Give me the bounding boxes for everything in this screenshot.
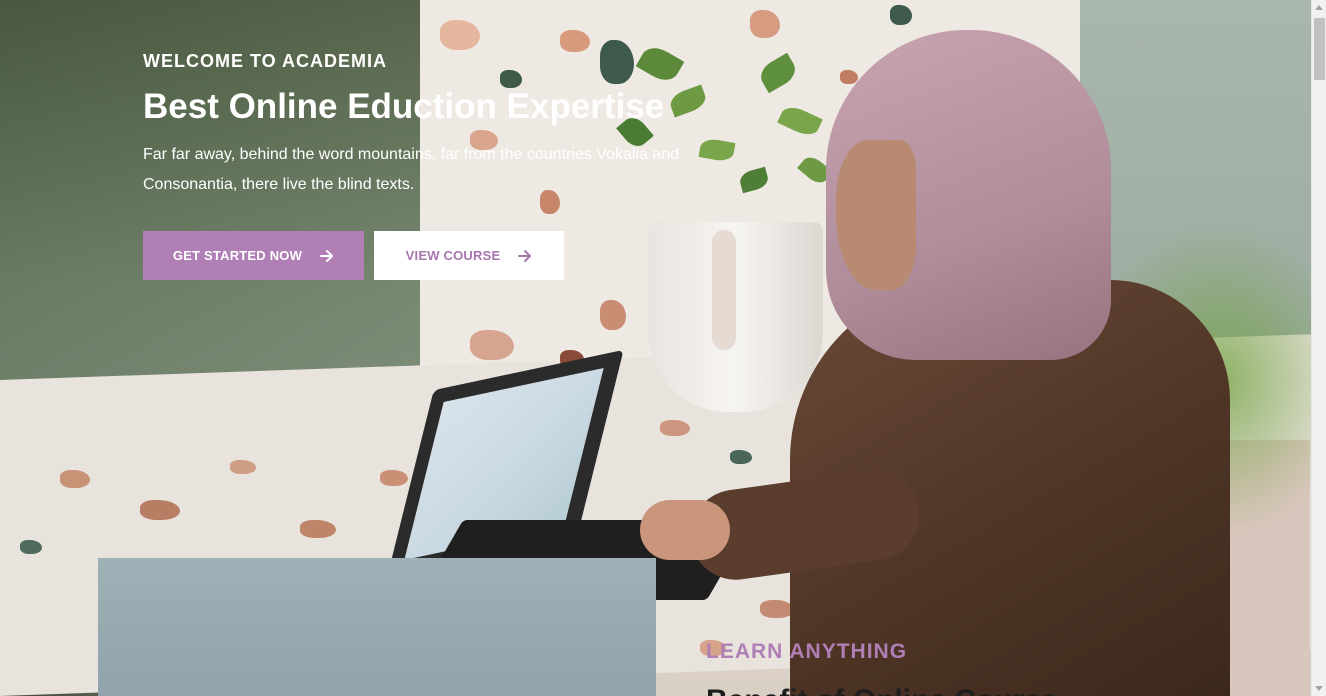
view-course-button[interactable]: VIEW COURSE — [374, 231, 564, 280]
section-heading-clip: Benefit of Online Course — [706, 680, 1126, 696]
about-image — [98, 558, 656, 696]
arrow-right-icon — [320, 249, 334, 262]
hero-content: WELCOME TO ACADEMIA Best Online Eduction… — [143, 50, 703, 280]
hero-description: Far far away, behind the word mountains,… — [143, 146, 679, 193]
arrow-right-icon — [518, 249, 532, 262]
learn-anything-eyebrow: LEARN ANYTHING — [706, 640, 908, 663]
page-scrollbar[interactable] — [1311, 0, 1326, 696]
hero-eyebrow: WELCOME TO ACADEMIA — [143, 51, 387, 71]
section-heading: Benefit of Online Course — [706, 683, 1126, 696]
scroll-down-icon[interactable] — [1315, 686, 1323, 691]
view-course-label: VIEW COURSE — [405, 248, 501, 263]
page: WELCOME TO ACADEMIA Best Online Eduction… — [0, 0, 1326, 696]
hero-button-group: GET STARTED NOW VIEW COURSE — [143, 231, 703, 280]
scrollbar-thumb[interactable] — [1314, 18, 1325, 80]
get-started-label: GET STARTED NOW — [172, 248, 303, 263]
hero-title: Best Online Eduction Expertise — [143, 87, 665, 126]
scroll-up-icon[interactable] — [1315, 5, 1323, 10]
get-started-button[interactable]: GET STARTED NOW — [143, 231, 364, 280]
